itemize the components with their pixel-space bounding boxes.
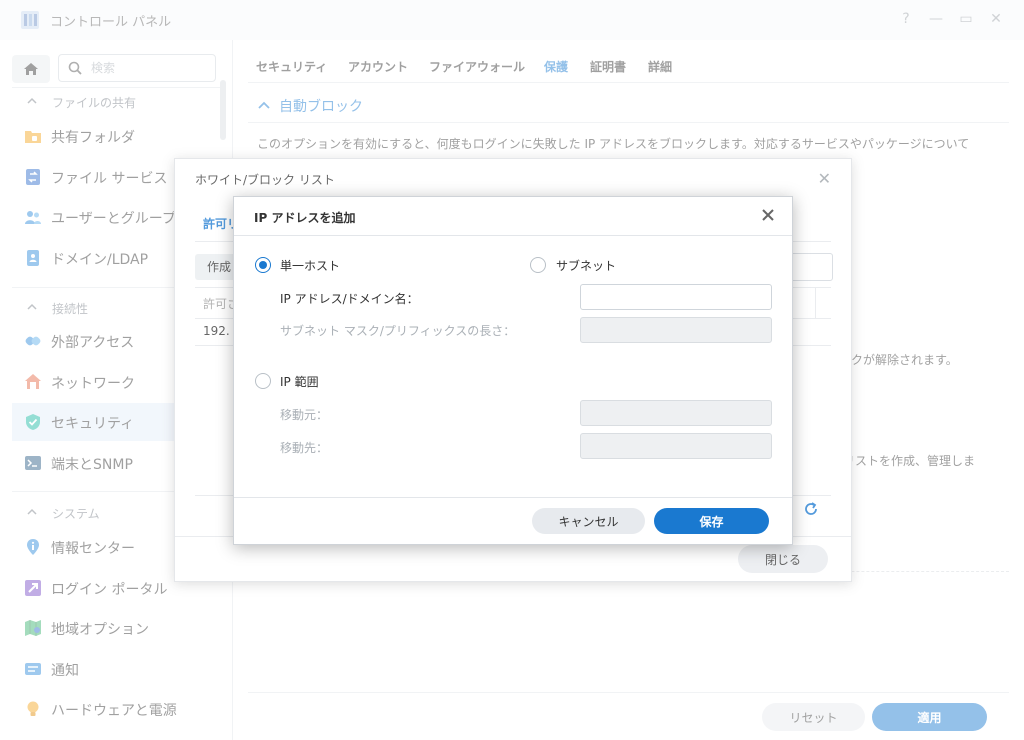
subnet-mask-input[interactable] [580,317,772,343]
subnet-label: サブネット [556,259,617,273]
from-input[interactable] [580,400,772,426]
cancel-button[interactable]: キャンセル [532,508,645,534]
to-label: 移動先： [280,441,329,455]
close-icon[interactable] [760,207,776,223]
single-host-radio[interactable] [255,257,271,273]
add-ip-dialog: IP アドレスを追加 単一ホスト サブネット IP アドレス/ドメイン名： サブ… [233,196,793,545]
subnet-mask-label: サブネット マスク/プリフィックスの長さ： [280,324,516,338]
dialog-title: IP アドレスを追加 [254,211,356,225]
ip-domain-label: IP アドレス/ドメイン名： [280,292,419,306]
divider [234,235,792,236]
ip-domain-input[interactable] [580,284,772,310]
control-panel-window: コントロール パネル ? — ▭ ✕ ファイルの共有 共有フォルダ [0,0,1024,740]
ip-range-radio[interactable] [255,373,271,389]
from-label: 移動元： [280,408,329,422]
divider [234,497,792,498]
single-host-label: 単一ホスト [280,259,341,273]
to-input[interactable] [580,433,772,459]
ip-range-label: IP 範囲 [280,375,319,389]
subnet-radio[interactable] [530,257,546,273]
save-button[interactable]: 保存 [654,508,769,534]
